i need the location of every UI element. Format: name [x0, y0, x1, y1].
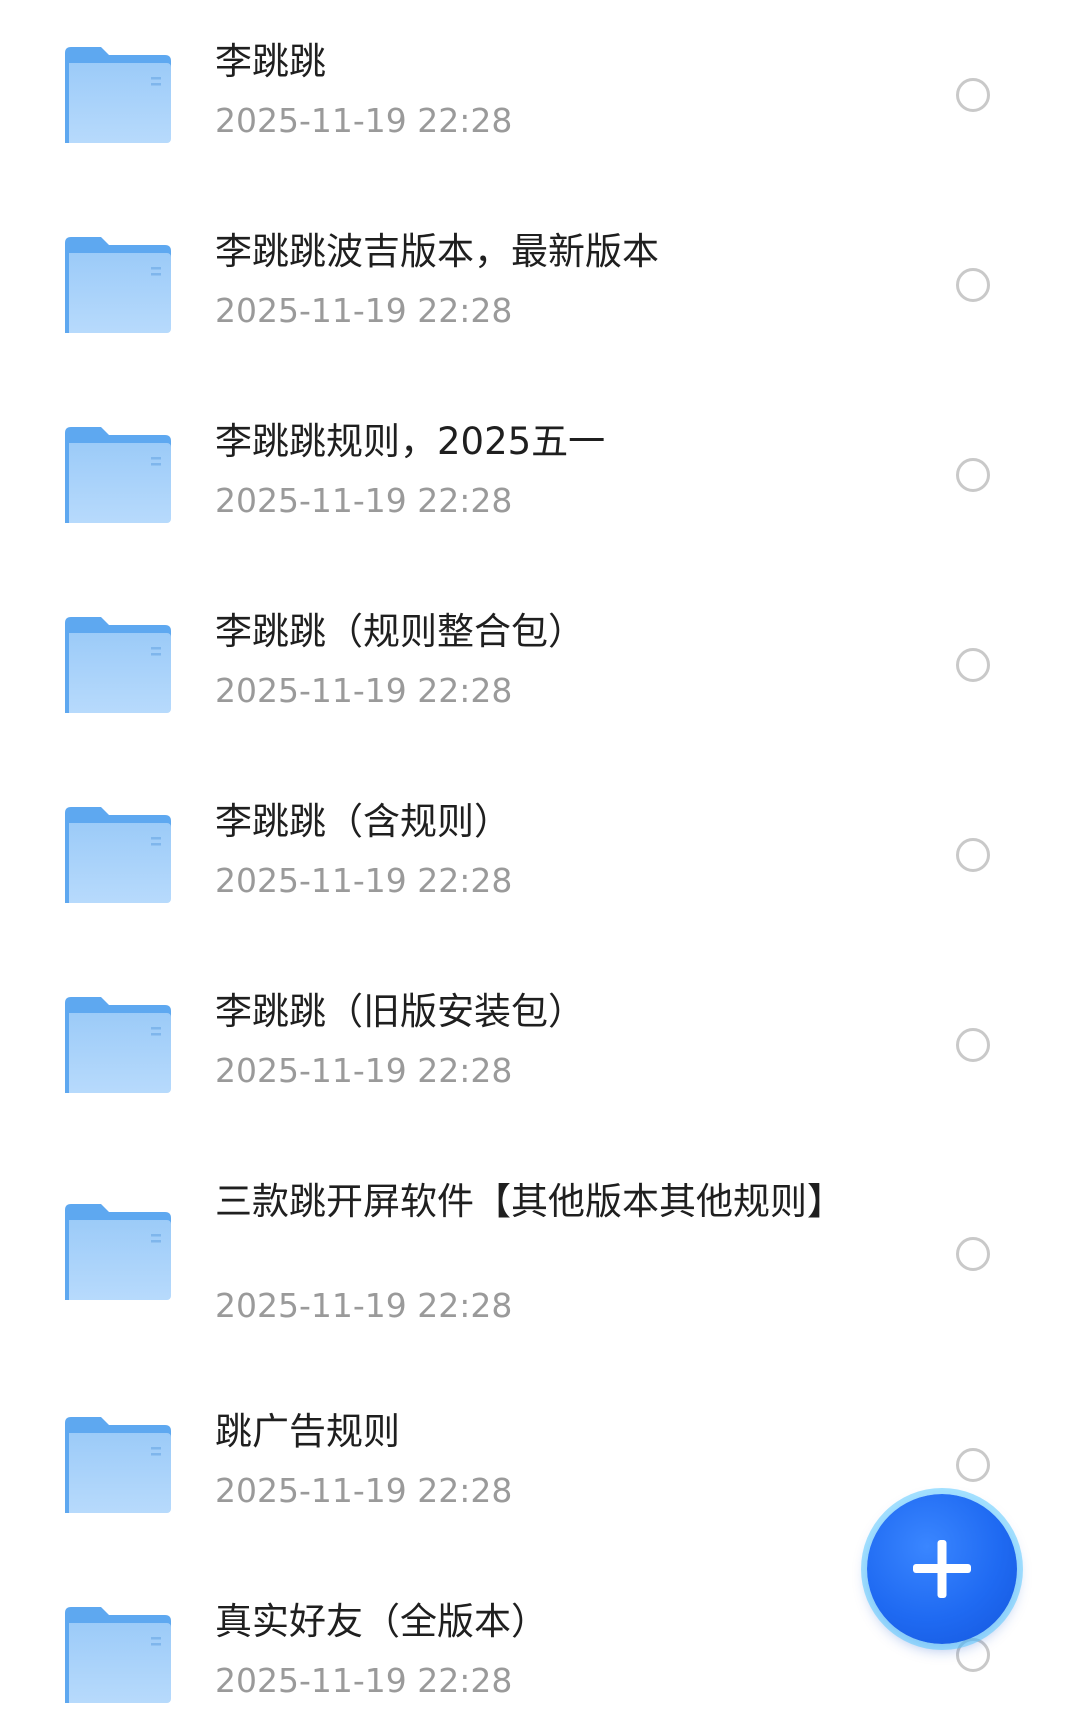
item-name: 李跳跳 [215, 40, 326, 83]
item-name: 李跳跳（旧版安装包） [215, 990, 585, 1033]
radio-unselected-icon[interactable] [956, 838, 990, 872]
item-date: 2025-11-19 22:28 [215, 861, 513, 900]
folder-icon [63, 805, 173, 905]
item-name: 真实好友（全版本） [215, 1600, 548, 1643]
item-name: 李跳跳（规则整合包） [215, 610, 585, 653]
radio-unselected-icon[interactable] [956, 648, 990, 682]
file-list: 李跳跳 2025-11-19 22:28 李跳跳波吉版本，最新版本 2025-1… [0, 0, 1080, 1712]
plus-icon [913, 1540, 971, 1598]
list-item[interactable]: 李跳跳（含规则） 2025-11-19 22:28 [0, 760, 1080, 950]
radio-unselected-icon[interactable] [956, 1237, 990, 1271]
item-date: 2025-11-19 22:28 [215, 291, 513, 330]
item-date: 2025-11-19 22:28 [215, 1661, 513, 1700]
item-name: 跳广告规则 [215, 1410, 400, 1453]
folder-icon [63, 45, 173, 145]
item-date: 2025-11-19 22:28 [215, 1051, 513, 1090]
add-fab-button[interactable] [867, 1494, 1017, 1644]
list-item[interactable]: 李跳跳波吉版本，最新版本 2025-11-19 22:28 [0, 190, 1080, 380]
list-item[interactable]: 李跳跳（规则整合包） 2025-11-19 22:28 [0, 570, 1080, 760]
item-name: 李跳跳（含规则） [215, 800, 511, 843]
item-name: 李跳跳波吉版本，最新版本 [215, 230, 659, 273]
item-date: 2025-11-19 22:28 [215, 481, 513, 520]
item-date: 2025-11-19 22:28 [215, 1471, 513, 1510]
list-item[interactable]: 李跳跳 2025-11-19 22:28 [0, 0, 1080, 190]
folder-icon [63, 1202, 173, 1302]
list-item[interactable]: 李跳跳（旧版安装包） 2025-11-19 22:28 [0, 950, 1080, 1140]
radio-unselected-icon[interactable] [956, 78, 990, 112]
folder-icon [63, 615, 173, 715]
radio-unselected-icon[interactable] [956, 1448, 990, 1482]
item-date: 2025-11-19 22:28 [215, 101, 513, 140]
list-item[interactable]: 李跳跳规则，2025五一 2025-11-19 22:28 [0, 380, 1080, 570]
radio-unselected-icon[interactable] [956, 458, 990, 492]
radio-unselected-icon[interactable] [956, 1028, 990, 1062]
folder-icon [63, 1605, 173, 1705]
item-name: 李跳跳规则，2025五一 [215, 420, 606, 463]
folder-icon [63, 235, 173, 335]
item-date: 2025-11-19 22:28 [215, 671, 513, 710]
folder-icon [63, 425, 173, 525]
list-item[interactable]: 三款跳开屏软件【其他版本其他规则】 2025-11-19 22:28 [0, 1140, 1080, 1360]
folder-icon [63, 995, 173, 1095]
radio-unselected-icon[interactable] [956, 268, 990, 302]
folder-icon [63, 1415, 173, 1515]
item-date: 2025-11-19 22:28 [215, 1286, 513, 1325]
item-name: 三款跳开屏软件【其他版本其他规则】 [215, 1180, 844, 1223]
